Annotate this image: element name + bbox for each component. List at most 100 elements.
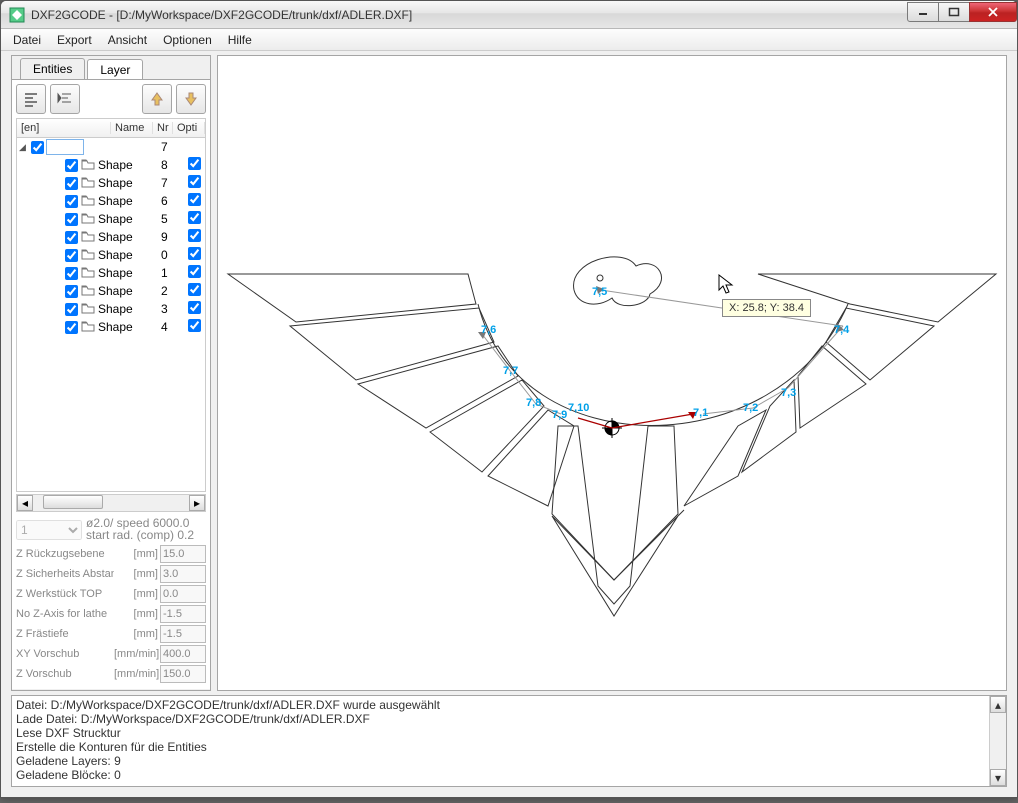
log-line: Erstelle die Konturen für die Entities (16, 740, 1002, 754)
tree-item[interactable]: Shape 3 (17, 300, 205, 318)
menu-view[interactable]: Ansicht (100, 31, 155, 49)
param-row: Z Frästiefe [mm] (16, 624, 206, 644)
item-en-checkbox[interactable] (65, 213, 78, 226)
item-nr: 8 (161, 158, 183, 172)
tab-entities[interactable]: Entities (20, 58, 85, 79)
param-row: XY Vorschub [mm/min] (16, 644, 206, 664)
move-down-button[interactable] (176, 84, 206, 114)
item-nr: 2 (161, 284, 183, 298)
tree-item[interactable]: Shape 8 (17, 156, 205, 174)
tree-header-en[interactable]: [en] (17, 122, 111, 134)
tree-hscrollbar[interactable]: ◂ ▸ (16, 494, 206, 512)
tab-layer[interactable]: Layer (87, 59, 143, 80)
tree-item[interactable]: Shape 1 (17, 264, 205, 282)
tree-item[interactable]: Shape 7 (17, 174, 205, 192)
param-label: Z Frästiefe (16, 628, 114, 640)
tree-root-row[interactable]: ◢ 7 (17, 138, 205, 156)
log-line: Lese DXF Strucktur (16, 726, 1002, 740)
indent-button[interactable] (50, 84, 80, 114)
item-en-checkbox[interactable] (65, 177, 78, 190)
align-left-button[interactable] (16, 84, 46, 114)
app-icon (9, 7, 25, 23)
tool-selector[interactable]: 1 (16, 520, 82, 540)
param-unit: [mm/min] (114, 668, 160, 680)
item-opt-checkbox[interactable] (188, 301, 201, 314)
item-opt-checkbox[interactable] (188, 283, 201, 296)
param-row: Z Werkstück TOP [mm] (16, 584, 206, 604)
folder-icon (80, 158, 96, 173)
scroll-left-button[interactable]: ◂ (17, 495, 33, 511)
item-en-checkbox[interactable] (65, 321, 78, 334)
folder-icon (80, 212, 96, 227)
item-opt-checkbox[interactable] (188, 229, 201, 242)
log-vscrollbar[interactable]: ▴ ▾ (989, 696, 1006, 786)
params-panel: 1 ø2.0/ speed 6000.0start rad. (comp) 0.… (16, 516, 206, 684)
item-name: Shape (96, 194, 161, 208)
item-en-checkbox[interactable] (65, 249, 78, 262)
expand-icon[interactable]: ◢ (19, 142, 29, 153)
tree-body: ◢ 7 Shape 8 Shape 7 Shape 6 Sha (16, 138, 206, 492)
item-opt-checkbox[interactable] (188, 157, 201, 170)
param-input[interactable] (160, 565, 206, 583)
param-row: Z Vorschub [mm/min] (16, 664, 206, 684)
tree-item[interactable]: Shape 2 (17, 282, 205, 300)
item-en-checkbox[interactable] (65, 303, 78, 316)
param-input[interactable] (160, 665, 206, 683)
param-input[interactable] (160, 605, 206, 623)
root-edit-input[interactable] (46, 139, 84, 155)
menu-help[interactable]: Hilfe (220, 31, 260, 49)
item-opt-checkbox[interactable] (188, 211, 201, 224)
param-input[interactable] (160, 645, 206, 663)
tree-item[interactable]: Shape 0 (17, 246, 205, 264)
item-opt-checkbox[interactable] (188, 193, 201, 206)
root-checkbox[interactable] (31, 141, 44, 154)
close-button[interactable] (969, 2, 1017, 22)
param-unit: [mm/min] (114, 648, 160, 660)
item-en-checkbox[interactable] (65, 285, 78, 298)
menu-file[interactable]: Datei (5, 31, 49, 49)
tree-item[interactable]: Shape 9 (17, 228, 205, 246)
canvas-viewport[interactable]: 7,57,47,67,37,77,27,87,17,107,9 X: 25.8;… (217, 55, 1007, 691)
item-en-checkbox[interactable] (65, 267, 78, 280)
item-opt-checkbox[interactable] (188, 319, 201, 332)
shape-label: 7,7 (503, 365, 518, 377)
move-up-button[interactable] (142, 84, 172, 114)
shape-label: 7,6 (481, 324, 496, 336)
maximize-button[interactable] (938, 2, 970, 22)
titlebar[interactable]: DXF2GCODE - [D:/MyWorkspace/DXF2GCODE/tr… (1, 1, 1017, 29)
param-unit: [mm] (114, 568, 160, 580)
item-name: Shape (96, 284, 161, 298)
tree-header-nr[interactable]: Nr (153, 122, 173, 134)
param-input[interactable] (160, 625, 206, 643)
item-opt-checkbox[interactable] (188, 265, 201, 278)
item-en-checkbox[interactable] (65, 195, 78, 208)
item-opt-checkbox[interactable] (188, 247, 201, 260)
folder-icon (80, 194, 96, 209)
tree-item[interactable]: Shape 4 (17, 318, 205, 336)
tree-header-name[interactable]: Name (111, 122, 153, 134)
param-label: XY Vorschub (16, 648, 114, 660)
cursor-icon (718, 274, 736, 301)
minimize-button[interactable] (907, 2, 939, 22)
param-row: No Z-Axis for lathe [mm] (16, 604, 206, 624)
log-scroll-down[interactable]: ▾ (990, 769, 1006, 786)
folder-icon (80, 266, 96, 281)
menu-export[interactable]: Export (49, 31, 100, 49)
item-name: Shape (96, 302, 161, 316)
menu-options[interactable]: Optionen (155, 31, 220, 49)
param-row: Z Rückzugsebene [mm] (16, 544, 206, 564)
param-input[interactable] (160, 545, 206, 563)
param-input[interactable] (160, 585, 206, 603)
tree-item[interactable]: Shape 6 (17, 192, 205, 210)
item-opt-checkbox[interactable] (188, 175, 201, 188)
log-scroll-up[interactable]: ▴ (990, 696, 1006, 713)
coord-tooltip: X: 25.8; Y: 38.4 (722, 299, 811, 317)
scroll-right-button[interactable]: ▸ (189, 495, 205, 511)
scroll-thumb[interactable] (43, 495, 103, 509)
tree-item[interactable]: Shape 5 (17, 210, 205, 228)
item-name: Shape (96, 230, 161, 244)
item-name: Shape (96, 158, 161, 172)
item-en-checkbox[interactable] (65, 231, 78, 244)
item-en-checkbox[interactable] (65, 159, 78, 172)
tree-header-opt[interactable]: Opti (173, 122, 205, 134)
